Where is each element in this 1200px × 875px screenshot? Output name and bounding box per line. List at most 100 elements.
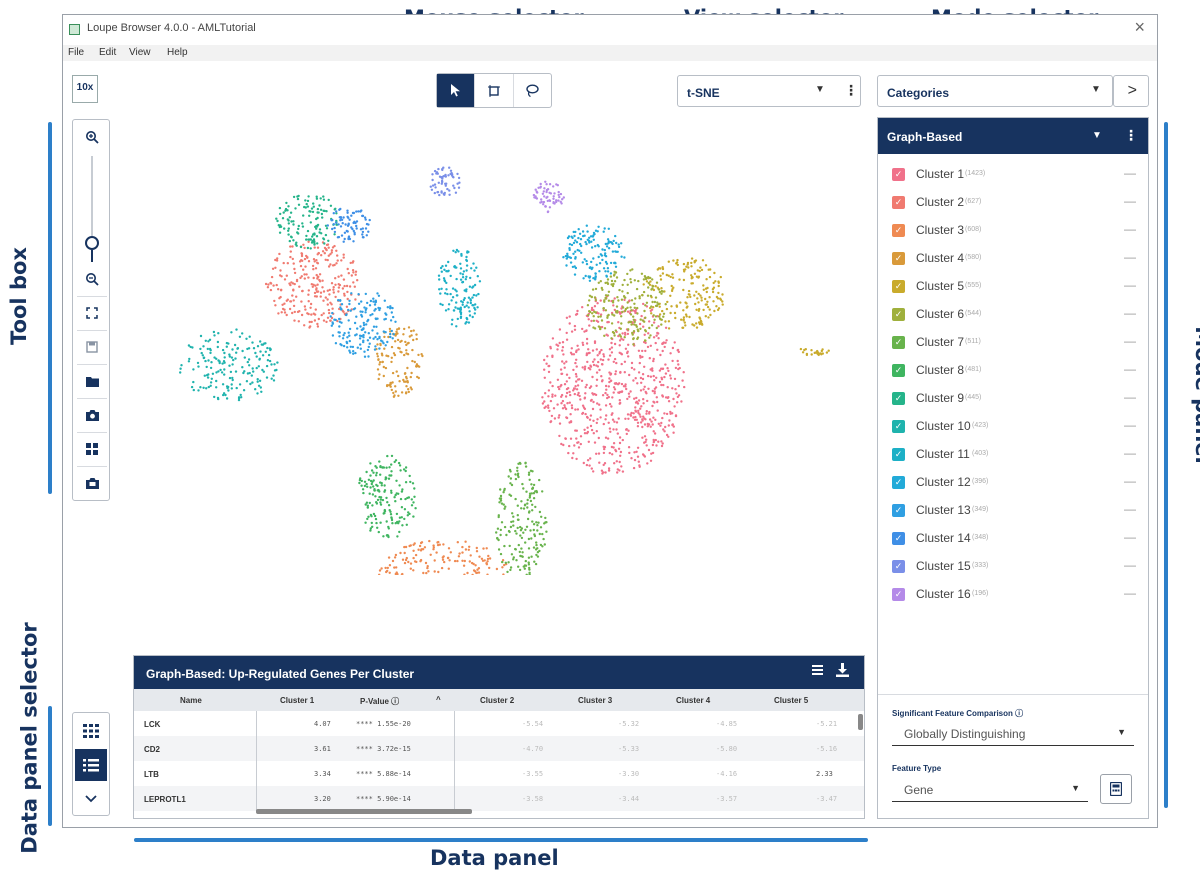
cluster-item[interactable]: ✓ Cluster 1 (1423) — bbox=[892, 164, 1142, 186]
cell-point bbox=[633, 458, 637, 462]
checkbox[interactable]: ✓ bbox=[892, 168, 905, 181]
mode-next-button[interactable]: > bbox=[1113, 75, 1149, 107]
cluster-item[interactable]: ✓ Cluster 12 (396) — bbox=[892, 472, 1142, 494]
cluster-item[interactable]: ✓ Cluster 7 (511) — bbox=[892, 332, 1142, 354]
zoom-slider-track[interactable] bbox=[91, 156, 93, 236]
cell-point bbox=[508, 530, 511, 534]
kebab-menu-icon[interactable]: ⋮ bbox=[844, 82, 858, 99]
cluster-menu[interactable]: — bbox=[1124, 558, 1136, 572]
cluster-item[interactable]: ✓ Cluster 3 (608) — bbox=[892, 220, 1142, 242]
folder-icon[interactable] bbox=[79, 368, 105, 394]
grid-icon[interactable] bbox=[79, 436, 105, 462]
cluster-menu[interactable]: — bbox=[1124, 222, 1136, 236]
menu-edit[interactable]: Edit bbox=[99, 47, 116, 58]
cluster-menu[interactable]: — bbox=[1124, 474, 1136, 488]
kebab-menu-icon[interactable]: ⋮ bbox=[1124, 127, 1138, 144]
cluster-item[interactable]: ✓ Cluster 4 (580) — bbox=[892, 248, 1142, 270]
table-row[interactable]: LCK 4.07 **** 1.55e-20 -5.54 -5.32 -4.85 -5.21 bbox=[134, 711, 864, 736]
checkbox[interactable]: ✓ bbox=[892, 560, 905, 573]
collapse-chevron-icon[interactable] bbox=[75, 783, 107, 815]
cluster-menu[interactable]: — bbox=[1124, 446, 1136, 460]
mode-panel-header[interactable]: Graph-Based ▼ ⋮ bbox=[878, 118, 1148, 154]
cluster-item[interactable]: ✓ Cluster 14 (348) — bbox=[892, 528, 1142, 550]
checkbox[interactable]: ✓ bbox=[892, 504, 905, 517]
cluster-menu[interactable]: — bbox=[1124, 278, 1136, 292]
cluster-menu[interactable]: — bbox=[1124, 390, 1136, 404]
cluster-menu[interactable]: — bbox=[1124, 586, 1136, 600]
cluster-item[interactable]: ✓ Cluster 9 (445) — bbox=[892, 388, 1142, 410]
checkbox[interactable]: ✓ bbox=[892, 420, 905, 433]
pointer-icon[interactable] bbox=[437, 74, 476, 107]
grid-view-icon[interactable] bbox=[75, 715, 107, 747]
zoom-slider-handle[interactable] bbox=[85, 236, 99, 250]
checkbox[interactable]: ✓ bbox=[892, 224, 905, 237]
col-p-value[interactable]: P-Value ⓘ bbox=[360, 696, 399, 707]
cluster-menu[interactable]: — bbox=[1124, 502, 1136, 516]
calculator-icon[interactable] bbox=[1100, 774, 1132, 804]
mode-selector[interactable]: Categories ▼ bbox=[877, 75, 1113, 107]
sig-feature-select[interactable]: Globally Distinguishing ▼ bbox=[892, 722, 1134, 746]
cluster-menu[interactable]: — bbox=[1124, 418, 1136, 432]
cluster-item[interactable]: ✓ Cluster 5 (555) — bbox=[892, 276, 1142, 298]
zoom-in-icon[interactable] bbox=[79, 124, 105, 150]
col-cluster-2[interactable]: Cluster 2 bbox=[480, 696, 514, 705]
cluster-menu[interactable]: — bbox=[1124, 194, 1136, 208]
checkbox[interactable]: ✓ bbox=[892, 308, 905, 321]
checkbox[interactable]: ✓ bbox=[892, 196, 905, 209]
checkbox[interactable]: ✓ bbox=[892, 392, 905, 405]
vertical-scrollbar[interactable] bbox=[858, 714, 863, 730]
checkbox[interactable]: ✓ bbox=[892, 252, 905, 265]
tsne-plot[interactable] bbox=[173, 155, 873, 575]
col-cluster-1[interactable]: Cluster 1 bbox=[280, 696, 314, 705]
cluster-menu[interactable]: — bbox=[1124, 530, 1136, 544]
10x-logo[interactable]: 10x bbox=[72, 75, 98, 103]
category-name: Graph-Based bbox=[887, 130, 963, 144]
cluster-item[interactable]: ✓ Cluster 2 (627) — bbox=[892, 192, 1142, 214]
cluster-menu[interactable]: — bbox=[1124, 334, 1136, 348]
box-select-icon[interactable] bbox=[475, 74, 514, 107]
fit-screen-icon[interactable] bbox=[79, 300, 105, 326]
col-cluster-3[interactable]: Cluster 3 bbox=[578, 696, 612, 705]
table-row[interactable]: LEPROTL1 3.20 **** 5.90e-14 -3.58 -3.44 -3.57… bbox=[134, 786, 864, 811]
table-settings-icon[interactable] bbox=[812, 664, 826, 679]
col-cluster-5[interactable]: Cluster 5 bbox=[774, 696, 808, 705]
download-icon[interactable] bbox=[836, 663, 849, 680]
cluster-item[interactable]: ✓ Cluster 15 (333) — bbox=[892, 556, 1142, 578]
table-row[interactable]: CD2 3.61 **** 3.72e-15 -4.70 -5.33 -5.80 -5.16 bbox=[134, 736, 864, 761]
checkbox[interactable]: ✓ bbox=[892, 336, 905, 349]
cluster-item[interactable]: ✓ Cluster 10 (423) — bbox=[892, 416, 1142, 438]
menu-help[interactable]: Help bbox=[167, 47, 188, 58]
menu-view[interactable]: View bbox=[129, 47, 151, 58]
checkbox[interactable]: ✓ bbox=[892, 476, 905, 489]
save-icon[interactable] bbox=[79, 334, 105, 360]
feature-type-select[interactable]: Gene ▼ bbox=[892, 778, 1088, 802]
cluster-item[interactable]: ✓ Cluster 16 (196) — bbox=[892, 584, 1142, 606]
checkbox[interactable]: ✓ bbox=[892, 532, 905, 545]
col-name[interactable]: Name bbox=[180, 696, 202, 705]
view-selector[interactable]: t-SNE ▼ ⋮ bbox=[677, 75, 861, 107]
close-button[interactable]: × bbox=[1134, 17, 1145, 38]
horizontal-scrollbar[interactable] bbox=[256, 809, 472, 814]
camera-icon[interactable] bbox=[79, 402, 105, 428]
sort-asc-icon[interactable]: ^ bbox=[436, 695, 441, 704]
cluster-item[interactable]: ✓ Cluster 13 (349) — bbox=[892, 500, 1142, 522]
checkbox[interactable]: ✓ bbox=[892, 280, 905, 293]
list-view-icon[interactable] bbox=[75, 749, 107, 781]
checkbox[interactable]: ✓ bbox=[892, 448, 905, 461]
cluster-menu[interactable]: — bbox=[1124, 362, 1136, 376]
col-cluster-4[interactable]: Cluster 4 bbox=[676, 696, 710, 705]
chevron-down-icon[interactable]: ▼ bbox=[1092, 130, 1102, 141]
table-row[interactable]: LTB 3.34 **** 5.88e-14 -3.55 -3.30 -4.16 2.33 bbox=[134, 761, 864, 786]
menu-file[interactable]: File bbox=[68, 47, 84, 58]
cluster-item[interactable]: ✓ Cluster 6 (544) — bbox=[892, 304, 1142, 326]
zoom-out-icon[interactable] bbox=[79, 266, 105, 292]
checkbox[interactable]: ✓ bbox=[892, 364, 905, 377]
cluster-item[interactable]: ✓ Cluster 11 (403) — bbox=[892, 444, 1142, 466]
export-image-icon[interactable] bbox=[79, 470, 105, 496]
checkbox[interactable]: ✓ bbox=[892, 588, 905, 601]
cluster-menu[interactable]: — bbox=[1124, 250, 1136, 264]
lasso-icon[interactable] bbox=[514, 74, 551, 107]
cluster-menu[interactable]: — bbox=[1124, 306, 1136, 320]
cluster-item[interactable]: ✓ Cluster 8 (481) — bbox=[892, 360, 1142, 382]
cluster-menu[interactable]: — bbox=[1124, 166, 1136, 180]
